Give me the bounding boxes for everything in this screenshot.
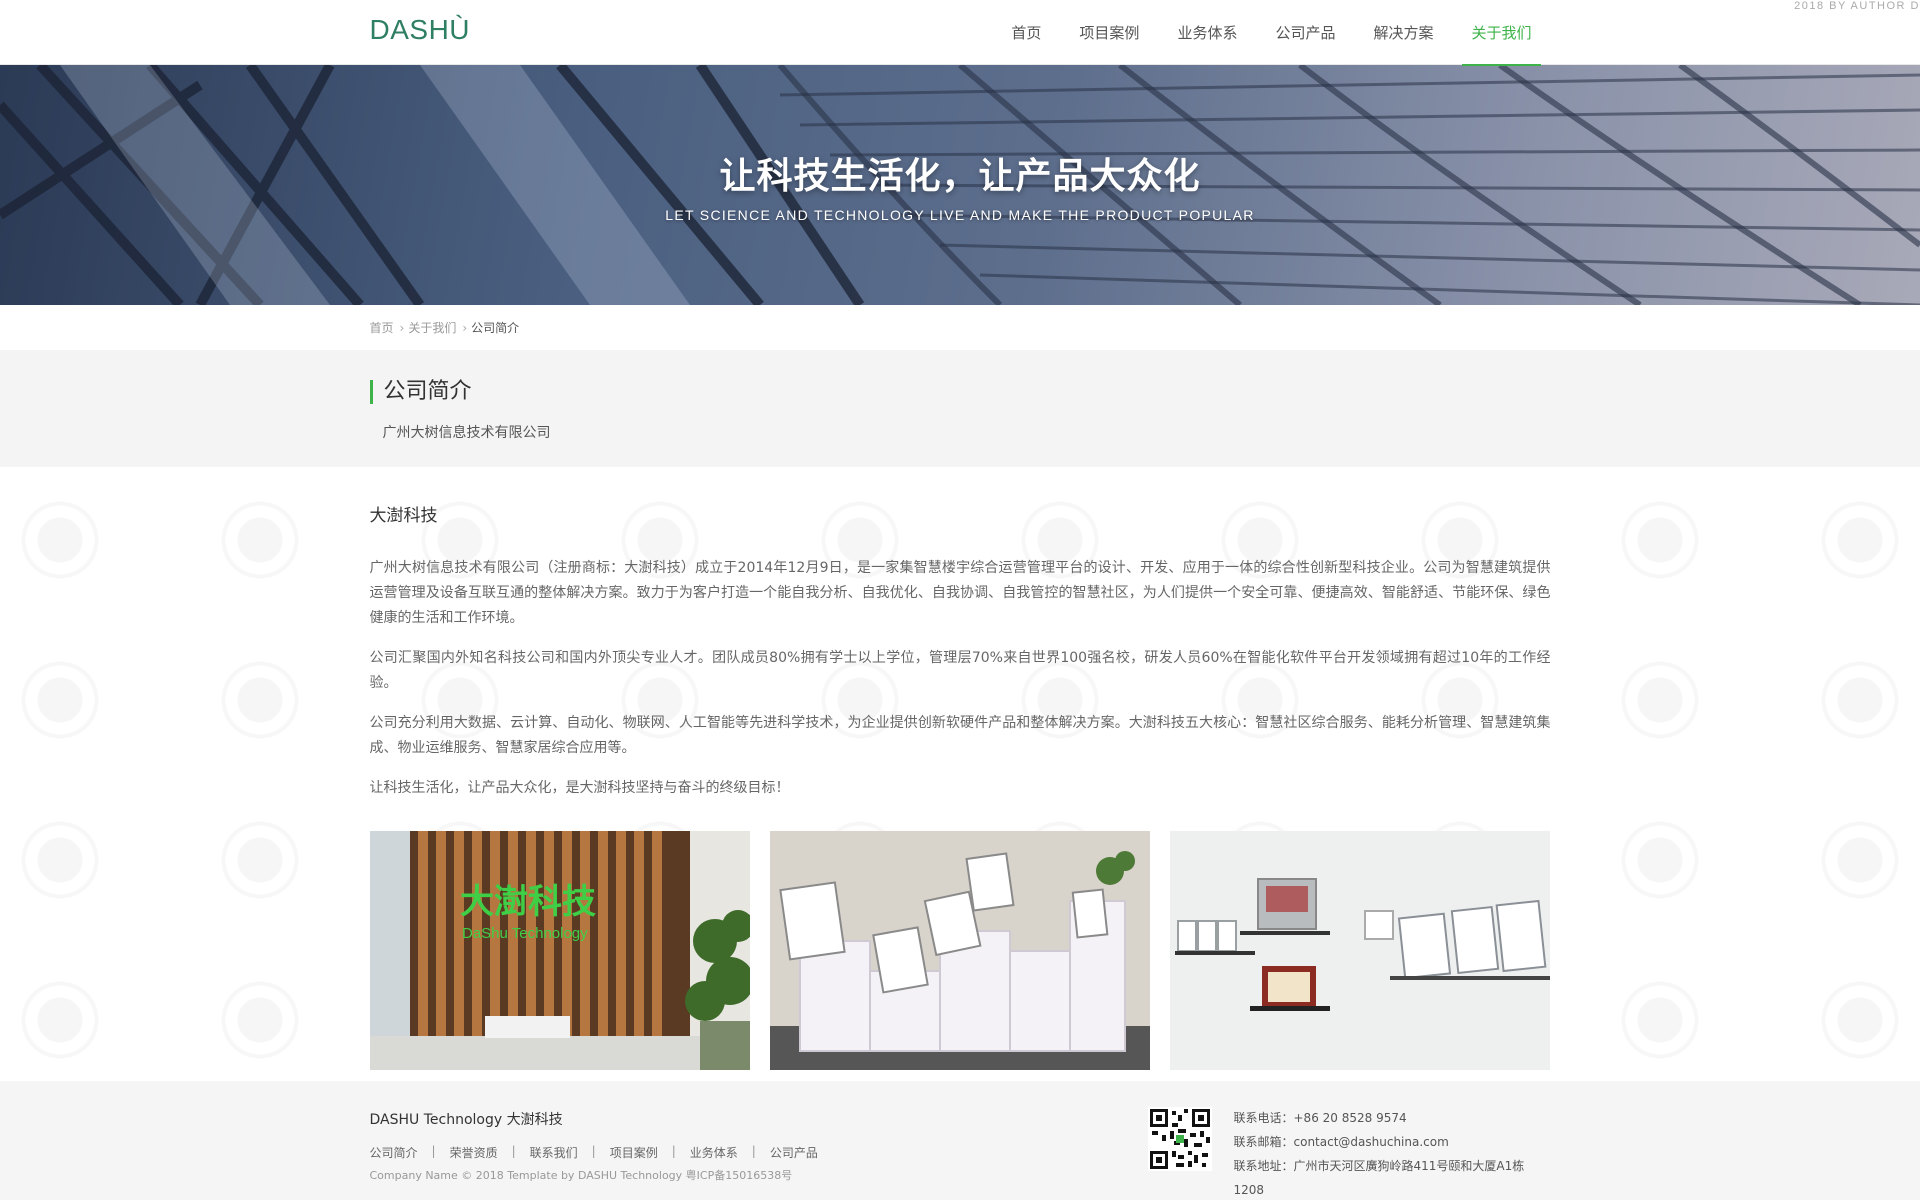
contact-info: 联系电话：+86 20 8528 9574 联系邮箱：contact@dashu… — [1234, 1106, 1551, 1200]
honor-wall-photo — [1169, 831, 1550, 1070]
author-note: 2018 BY AUTHOR D — [1794, 0, 1920, 12]
article-paragraph: 公司汇聚国内外知名科技公司和国内外顶尖专业人才。团队成员80%拥有学士以上学位，… — [369, 650, 1551, 691]
article: 大澍科技 广州大树信息技术有限公司（注册商标：大澍科技）成立于2014年12月9… — [0, 467, 1920, 1070]
contact-email[interactable]: 联系邮箱：contact@dashuchina.com — [1234, 1130, 1551, 1154]
nav-home[interactable]: 首页 — [992, 0, 1060, 65]
photo-gallery: 大澍科技 DaShu Technology — [369, 831, 1551, 1070]
section-header: 公司简介 广州大树信息技术有限公司 — [0, 350, 1920, 467]
nav-about[interactable]: 关于我们 — [1452, 0, 1550, 66]
footer-link-products[interactable]: 公司产品 — [770, 1144, 818, 1161]
article-paragraph: 公司充分利用大数据、云计算、自动化、物联网、人工智能等先进科学技术，为企业提供创… — [369, 715, 1551, 756]
qr-code-icon — [1147, 1107, 1212, 1171]
site-header: DASHÙ 首页 项目案例 业务体系 公司产品 解决方案 关于我们 — [0, 0, 1920, 66]
page-subtitle: 广州大树信息技术有限公司 — [382, 425, 551, 441]
footer-link-profile[interactable]: 公司简介 — [370, 1144, 418, 1161]
hero-banner: 让科技生活化，让产品大众化 LET SCIENCE AND TECHNOLOGY… — [0, 65, 1920, 305]
nav-projects[interactable]: 项目案例 — [1060, 0, 1158, 65]
footer-brand: DASHU Technology 大澍科技 — [369, 1112, 563, 1128]
chevron-right-icon: › — [462, 321, 468, 335]
divider: | — [431, 1144, 436, 1158]
breadcrumb: 首页 › 关于我们 › 公司简介 — [0, 305, 1920, 350]
reception-photo: 大澍科技 DaShu Technology — [369, 831, 750, 1070]
breadcrumb-home[interactable]: 首页 — [370, 321, 394, 335]
site-logo[interactable]: DASHÙ — [370, 14, 471, 46]
footer-links: 公司简介 | 荣誉资质 | 联系我们 | 项目案例 | 业务体系 | 公司产品 — [370, 1144, 818, 1161]
photo-sign-en: DaShu Technology — [462, 925, 588, 942]
banner-title: 让科技生活化，让产品大众化 — [719, 156, 1201, 197]
certificate-shelf-photo — [769, 831, 1150, 1070]
footer-copyright: Company Name © 2018 Template by DASHU Te… — [369, 1169, 793, 1182]
breadcrumb-about[interactable]: 关于我们 — [408, 321, 456, 335]
divider: | — [671, 1144, 676, 1158]
divider: | — [511, 1144, 516, 1158]
page-title: 公司简介 — [369, 380, 472, 404]
main-nav: 首页 项目案例 业务体系 公司产品 解决方案 关于我们 — [992, 0, 1550, 66]
footer-link-projects[interactable]: 项目案例 — [610, 1144, 658, 1161]
article-paragraph: 让科技生活化，让产品大众化，是大澍科技坚持与奋斗的终级目标！ — [369, 780, 790, 796]
footer-link-business[interactable]: 业务体系 — [690, 1144, 738, 1161]
divider: | — [591, 1144, 596, 1158]
photo-sign-cn: 大澍科技 — [460, 882, 596, 922]
breadcrumb-current: 公司简介 — [471, 321, 520, 335]
nav-products[interactable]: 公司产品 — [1256, 0, 1354, 65]
nav-business[interactable]: 业务体系 — [1158, 0, 1256, 65]
chevron-right-icon: › — [399, 321, 405, 335]
footer-link-contact[interactable]: 联系我们 — [530, 1144, 578, 1161]
banner-subtitle: LET SCIENCE AND TECHNOLOGY LIVE AND MAKE… — [665, 207, 1255, 223]
nav-solutions[interactable]: 解决方案 — [1354, 0, 1452, 65]
footer-link-honors[interactable]: 荣誉资质 — [450, 1144, 498, 1161]
site-footer: DASHU Technology 大澍科技 公司简介 | 荣誉资质 | 联系我们 | … — [0, 1081, 1920, 1200]
article-paragraph: 广州大树信息技术有限公司（注册商标：大澍科技）成立于2014年12月9日，是一家… — [369, 560, 1551, 626]
contact-phone: 联系电话：+86 20 8528 9574 — [1233, 1111, 1407, 1125]
contact-address: 联系地址：广州市天河区廣狗岭路411号颐和大厦A1栋1208 — [1233, 1159, 1525, 1197]
article-title: 大澍科技 — [369, 506, 438, 526]
divider: | — [751, 1144, 756, 1158]
